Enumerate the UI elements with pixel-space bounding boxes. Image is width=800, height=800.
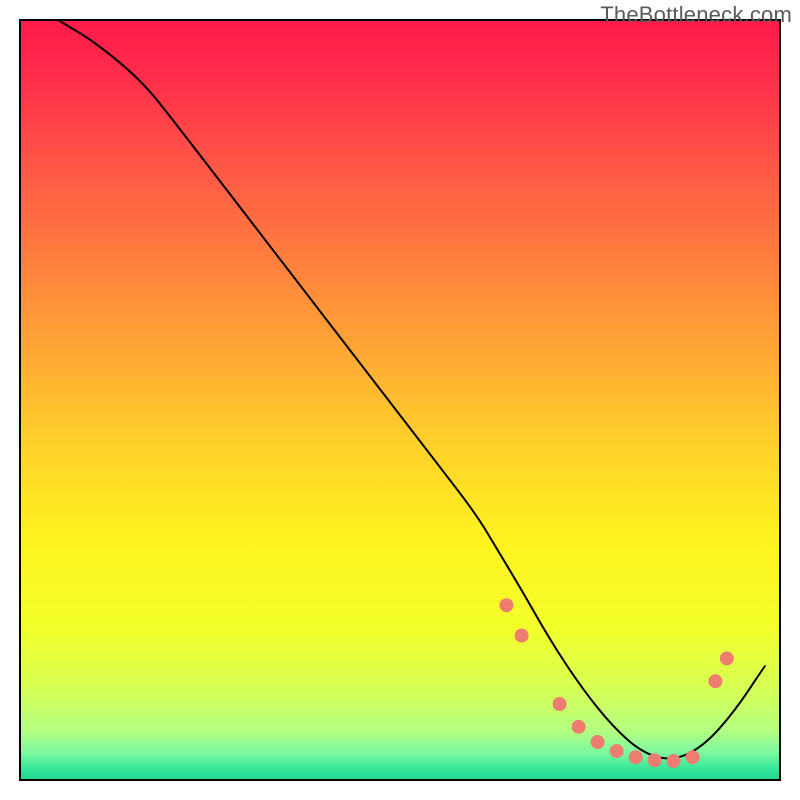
optimal-dot bbox=[648, 753, 662, 767]
optimal-dot bbox=[720, 651, 734, 665]
optimal-dot bbox=[499, 598, 513, 612]
optimal-dot bbox=[572, 720, 586, 734]
optimal-dot bbox=[708, 674, 722, 688]
optimal-dot bbox=[686, 750, 700, 764]
chart-container: TheBottleneck.com bbox=[0, 0, 800, 800]
optimal-dot bbox=[515, 629, 529, 643]
optimal-dot bbox=[667, 754, 681, 768]
chart-background bbox=[20, 20, 780, 780]
optimal-dot bbox=[610, 744, 624, 758]
optimal-dot bbox=[629, 750, 643, 764]
bottleneck-chart bbox=[0, 0, 800, 800]
optimal-dot bbox=[553, 697, 567, 711]
optimal-dot bbox=[591, 735, 605, 749]
